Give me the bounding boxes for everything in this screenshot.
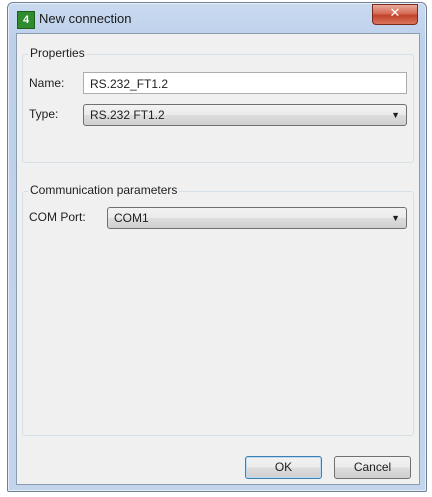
type-label: Type: — [29, 107, 59, 121]
com-port-label: COM Port: — [29, 210, 86, 224]
com-port-value: COM1 — [114, 211, 149, 225]
chevron-down-icon: ▼ — [391, 213, 400, 223]
name-input[interactable]: RS.232_FT1.2 — [83, 72, 407, 94]
close-button[interactable]: ✕ — [372, 4, 418, 25]
close-icon: ✕ — [389, 6, 401, 21]
chevron-down-icon: ▼ — [391, 110, 400, 120]
type-dropdown[interactable]: RS.232 FT1.2 ▼ — [83, 104, 407, 126]
type-value: RS.232 FT1.2 — [90, 108, 165, 122]
cancel-button[interactable]: Cancel — [334, 456, 411, 479]
title-bar[interactable]: 4 New connection ✕ — [8, 3, 426, 33]
dialog-body: Properties Name: RS.232_FT1.2 Type: RS.2… — [16, 33, 420, 485]
dialog-title: New connection — [39, 11, 132, 26]
ok-button[interactable]: OK — [245, 456, 322, 479]
properties-group: Properties Name: RS.232_FT1.2 Type: RS.2… — [22, 46, 414, 163]
communication-group-label: Communication parameters — [28, 183, 180, 197]
new-connection-dialog: 4 New connection ✕ Properties Name: RS.2… — [7, 2, 427, 492]
properties-group-label: Properties — [28, 46, 87, 60]
app-4-icon: 4 — [17, 11, 35, 29]
com-port-dropdown[interactable]: COM1 ▼ — [107, 207, 407, 229]
communication-group: Communication parameters COM Port: COM1 … — [22, 183, 414, 436]
name-label: Name: — [29, 76, 65, 90]
